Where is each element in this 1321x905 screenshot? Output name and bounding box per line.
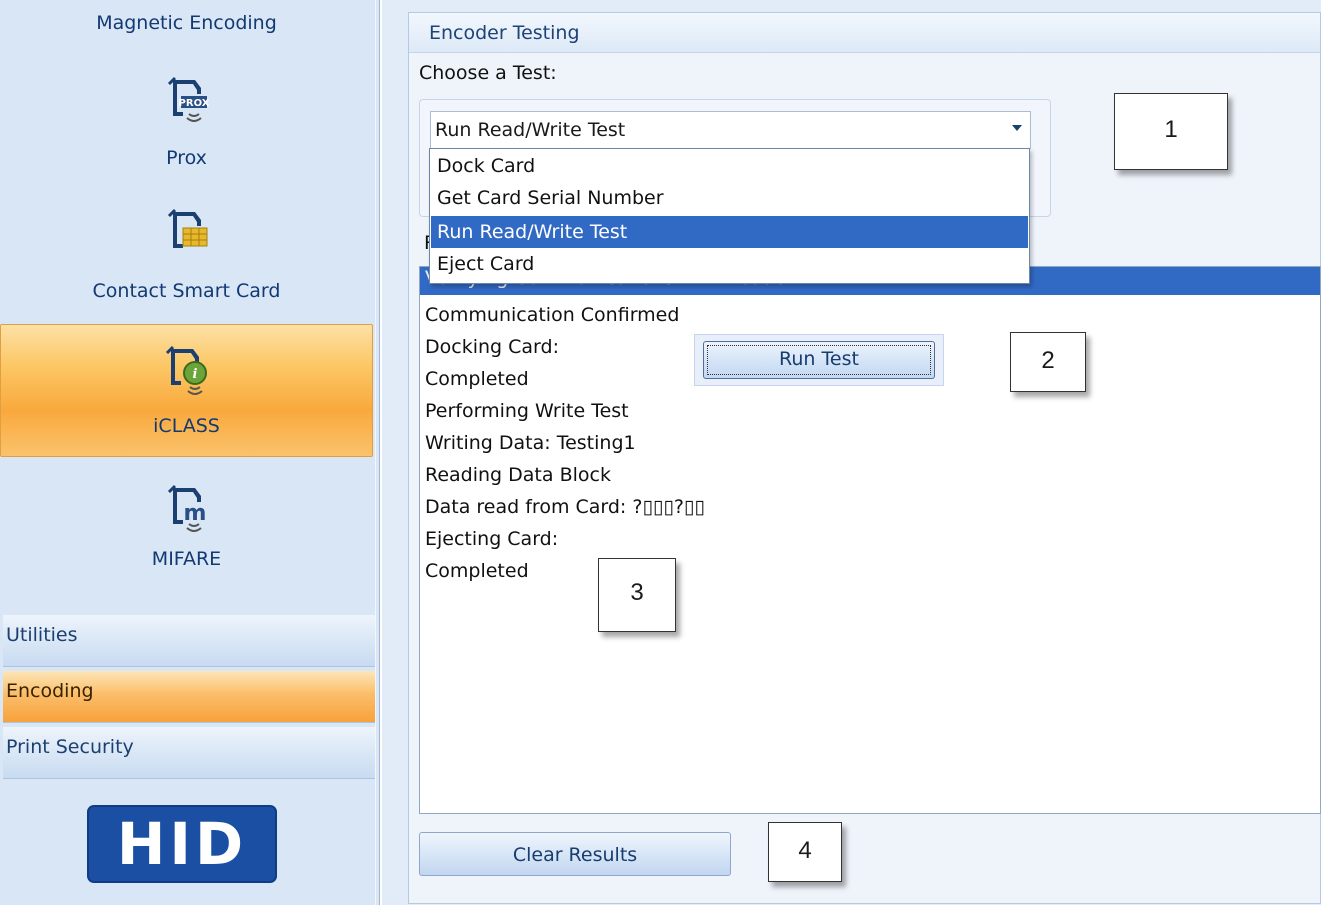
test-select[interactable]: Run Read/Write Test: [430, 111, 1031, 149]
dropdown-option-run-read-write[interactable]: Run Read/Write Test: [431, 216, 1028, 248]
list-item[interactable]: Writing Data: Testing1: [425, 432, 636, 454]
group-encoding-button[interactable]: Encoding: [3, 671, 375, 723]
svg-text:m: m: [183, 501, 206, 526]
dropdown-option-eject-card[interactable]: Eject Card: [431, 248, 1028, 280]
group-print-security-button[interactable]: Print Security: [3, 727, 375, 779]
list-item[interactable]: Ejecting Card:: [425, 528, 558, 550]
list-item[interactable]: Data read from Card: ?▯▯▯?▯▯: [425, 496, 705, 518]
contact-smart-card-icon: [167, 208, 207, 248]
dropdown-option-get-card-serial[interactable]: Get Card Serial Number: [431, 182, 1028, 214]
sidebar-item-mifare[interactable]: m MIFARE: [0, 470, 373, 600]
group-utilities-button[interactable]: Utilities: [3, 615, 375, 667]
list-item[interactable]: Reading Data Block: [425, 464, 611, 486]
callout-4: 4: [768, 822, 842, 882]
run-test-button[interactable]: Run Test: [703, 341, 935, 379]
panel-title: Encoder Testing: [409, 13, 1320, 53]
list-item[interactable]: Completed: [425, 368, 529, 390]
sidebar-item-label: iCLASS: [153, 415, 220, 437]
list-item[interactable]: Communication Confirmed: [425, 304, 679, 326]
dropdown-option-dock-card[interactable]: Dock Card: [431, 150, 1028, 182]
sidebar-item-label: Magnetic Encoding: [96, 12, 277, 34]
sidebar-item-iclass[interactable]: i iCLASS: [0, 324, 373, 457]
callout-3: 3: [598, 558, 676, 632]
chevron-down-icon[interactable]: [1012, 125, 1022, 131]
list-item[interactable]: Docking Card:: [425, 336, 559, 358]
sidebar-item-contact-smart-card[interactable]: Contact Smart Card: [0, 190, 373, 315]
prox-card-icon: PROX: [167, 76, 209, 122]
callout-2: 2: [1010, 332, 1086, 392]
sidebar: Magnetic Encoding PROX Prox Contact Smar…: [0, 0, 380, 905]
hid-logo: HID: [87, 805, 277, 883]
sidebar-item-prox[interactable]: PROX Prox: [0, 62, 373, 180]
test-dropdown-list[interactable]: Dock Card Get Card Serial Number Run Rea…: [429, 148, 1030, 284]
list-item[interactable]: Performing Write Test: [425, 400, 629, 422]
group-label: Encoding: [6, 680, 94, 702]
clear-results-button[interactable]: Clear Results: [419, 832, 731, 876]
callout-1: 1: [1114, 93, 1228, 170]
test-select-value: Run Read/Write Test: [435, 119, 626, 141]
logo-text: HID: [116, 810, 248, 878]
svg-text:PROX: PROX: [178, 98, 209, 109]
sidebar-item-label: Contact Smart Card: [92, 280, 281, 302]
run-test-button-frame: Run Test: [694, 334, 944, 386]
sidebar-item-label: Prox: [166, 147, 207, 169]
mifare-card-icon: m: [167, 484, 206, 532]
sidebar-item-label: MIFARE: [151, 548, 222, 570]
sidebar-item-magnetic-encoding[interactable]: Magnetic Encoding: [0, 0, 373, 60]
group-label: Utilities: [6, 624, 78, 646]
svg-text:i: i: [192, 367, 197, 382]
group-label: Print Security: [6, 736, 134, 758]
list-item[interactable]: Completed: [425, 560, 529, 582]
choose-test-label: Choose a Test:: [419, 62, 557, 84]
iclass-card-icon: i: [165, 345, 207, 395]
